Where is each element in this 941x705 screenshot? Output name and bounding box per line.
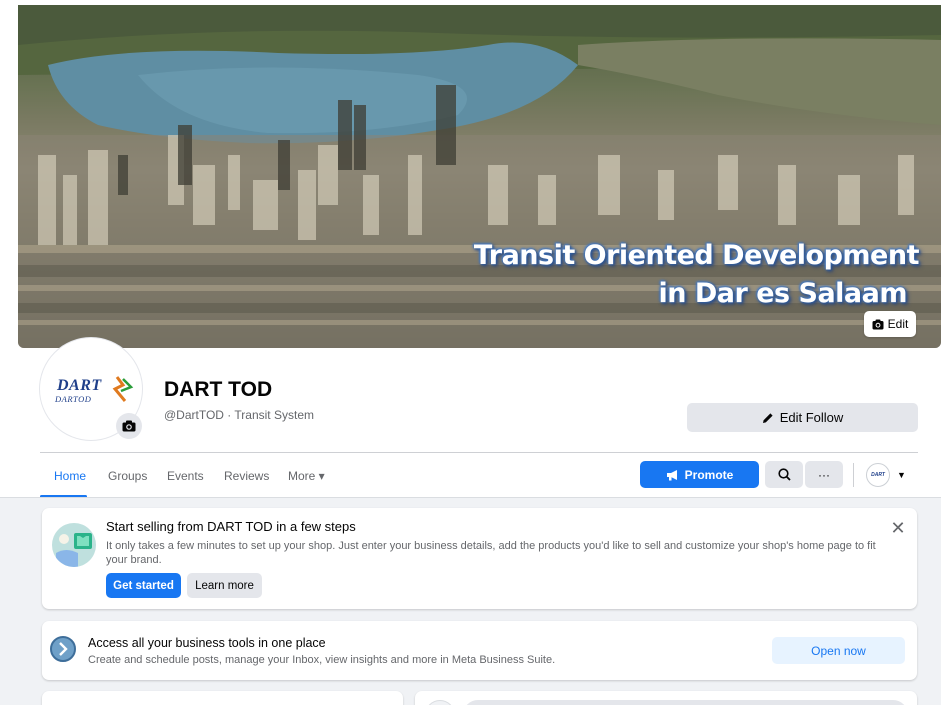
tab-events[interactable]: Events — [167, 469, 204, 483]
page-handle: @DartTOD · Transit System — [164, 408, 314, 422]
create-post-input[interactable] — [463, 700, 908, 705]
business-card-description: Create and schedule posts, manage your I… — [88, 654, 556, 666]
header-divider — [40, 452, 918, 453]
page-switcher-avatar[interactable]: DART — [866, 463, 890, 487]
tab-reviews[interactable]: Reviews — [224, 469, 269, 483]
pencil-icon — [762, 412, 773, 423]
chevron-down-icon[interactable]: ▼ — [897, 470, 906, 480]
megaphone-icon — [666, 469, 677, 480]
learn-more-button[interactable]: Learn more — [187, 573, 262, 598]
edit-cover-label: Edit — [887, 317, 909, 331]
promote-button[interactable]: Promote — [640, 461, 759, 488]
header-bottom-border — [0, 497, 941, 498]
shop-setup-card: Start selling from DART TOD in a few ste… — [42, 508, 917, 609]
promote-label: Promote — [684, 467, 734, 482]
search-icon — [777, 468, 791, 481]
edit-cover-button[interactable]: Edit — [864, 311, 916, 337]
business-card-title: Access all your business tools in one pl… — [88, 636, 326, 650]
meta-business-suite-icon — [50, 636, 76, 662]
search-button[interactable] — [765, 461, 803, 488]
camera-icon — [872, 319, 884, 329]
page-title: DART TOD — [164, 378, 273, 401]
camera-icon — [122, 420, 136, 432]
business-suite-card: Access all your business tools in one pl… — [42, 621, 917, 680]
shop-card-description: It only takes a few minutes to set up yo… — [106, 540, 876, 566]
mini-avatar-text: DART — [871, 472, 885, 478]
edit-follow-label: Edit Follow — [779, 410, 844, 425]
logo-emblem-icon — [112, 376, 134, 402]
shop-illustration-icon — [52, 523, 96, 567]
cover-title-line1: Transit Oriented Development — [473, 240, 920, 271]
tab-home[interactable]: Home — [54, 469, 86, 483]
avatar — [425, 700, 455, 705]
facebook-page: Transit Oriented Development in Dar es S… — [0, 0, 941, 705]
avatar-camera-button[interactable] — [116, 413, 142, 439]
dart-logo: DART DARTOD — [55, 376, 135, 407]
intro-card — [42, 691, 403, 705]
cover-photo[interactable]: Transit Oriented Development in Dar es S… — [18, 5, 941, 348]
create-post-card — [415, 691, 917, 705]
logo-text: DART — [57, 377, 102, 394]
edit-follow-button[interactable]: Edit Follow — [687, 403, 918, 432]
more-dots-icon: ··· — [818, 467, 830, 482]
tab-more[interactable]: More ▾ — [288, 469, 325, 483]
more-options-button[interactable]: ··· — [805, 461, 843, 488]
shop-card-title: Start selling from DART TOD in a few ste… — [106, 519, 356, 534]
get-started-button[interactable]: Get started — [106, 573, 181, 598]
tab-groups[interactable]: Groups — [108, 469, 147, 483]
cover-title-line2: in Dar es Salaam — [658, 278, 908, 309]
logo-subtext: DARTOD — [55, 394, 92, 404]
close-icon[interactable]: ✕ — [887, 518, 909, 540]
open-now-button[interactable]: Open now — [772, 637, 905, 664]
toolbar-separator — [853, 463, 854, 487]
cover-title: Transit Oriented Development in Dar es S… — [473, 237, 920, 313]
